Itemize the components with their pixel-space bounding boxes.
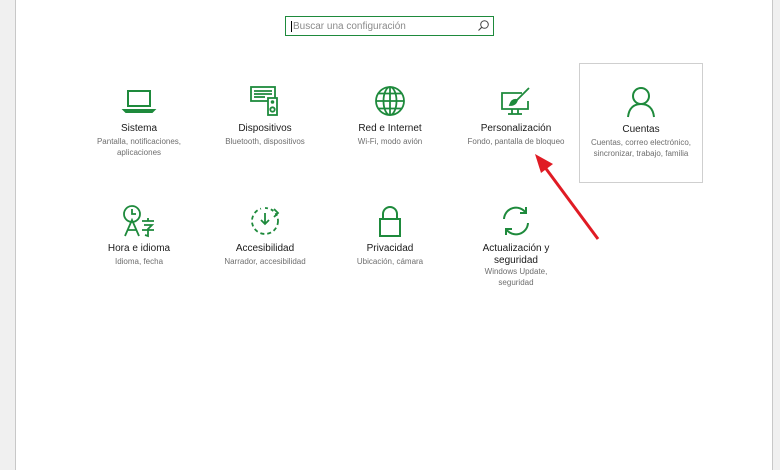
- tile-accesibilidad[interactable]: Accesibilidad Narrador, accesibilidad: [203, 183, 327, 303]
- tile-description: Fondo, pantalla de bloqueo: [467, 137, 565, 146]
- paint-brush-icon: [498, 83, 534, 119]
- tile-description: Cuentas, correo electrónico, sincronizar…: [590, 138, 692, 158]
- tile-personalizacion[interactable]: Personalización Fondo, pantalla de bloqu…: [454, 63, 578, 183]
- lock-icon: [372, 203, 408, 239]
- time-language-icon: [121, 203, 157, 239]
- tile-description: Idioma, fecha: [114, 257, 164, 266]
- tile-sistema[interactable]: Sistema Pantalla, notificaciones, aplica…: [77, 63, 201, 183]
- tile-description: Wi-Fi, modo avión: [357, 137, 423, 146]
- tile-red-internet[interactable]: Red e Internet Wi-Fi, modo avión: [328, 63, 452, 183]
- tile-description: Ubicación, cámara: [356, 257, 424, 266]
- tile-label: Personalización: [480, 123, 552, 134]
- search-input[interactable]: [293, 17, 473, 35]
- tile-actualizacion-seguridad[interactable]: Actualización y seguridad Windows Update…: [454, 183, 578, 313]
- tile-dispositivos[interactable]: Dispositivos Bluetooth, dispositivos: [203, 63, 327, 183]
- tile-label: Accesibilidad: [235, 243, 295, 254]
- tile-description: Pantalla, notificaciones, aplicaciones: [96, 137, 182, 157]
- tile-privacidad[interactable]: Privacidad Ubicación, cámara: [328, 183, 452, 303]
- tile-cuentas[interactable]: Cuentas Cuentas, correo electrónico, sin…: [579, 63, 703, 183]
- tile-description: Bluetooth, dispositivos: [225, 137, 305, 146]
- search-box[interactable]: [285, 16, 494, 36]
- globe-icon: [372, 83, 408, 119]
- tile-label: Dispositivos: [238, 123, 292, 134]
- tile-label: Sistema: [120, 123, 158, 134]
- tile-hora-idioma[interactable]: Hora e idioma Idioma, fecha: [77, 183, 201, 303]
- text-caret: [291, 21, 292, 32]
- sync-icon: [498, 203, 534, 239]
- tile-label: Hora e idioma: [107, 243, 171, 254]
- accessibility-icon: [247, 203, 283, 239]
- devices-icon: [247, 83, 283, 119]
- person-icon: [623, 84, 659, 120]
- tile-label: Red e Internet: [358, 123, 422, 134]
- tile-label: Actualización y seguridad: [482, 243, 550, 266]
- tile-label: Cuentas: [622, 124, 660, 135]
- tile-label: Privacidad: [366, 243, 414, 254]
- search-icon[interactable]: [477, 19, 490, 32]
- tile-description: Narrador, accesibilidad: [224, 257, 306, 266]
- tile-description: Windows Update, seguridad: [484, 267, 548, 287]
- laptop-icon: [121, 83, 157, 119]
